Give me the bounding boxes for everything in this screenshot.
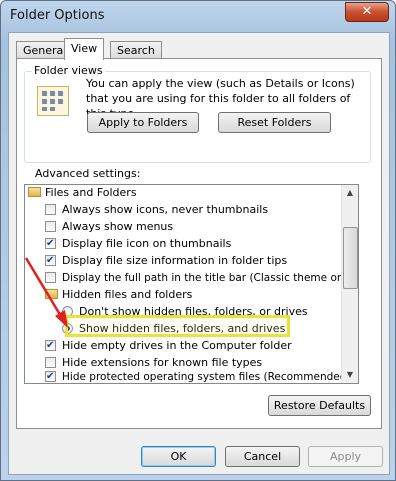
option-label: Always show icons, never thumbnails (62, 203, 269, 216)
folder-options-window: Folder Options ✕ General View Search Fol… (0, 0, 396, 481)
tab-search[interactable]: Search (110, 41, 162, 59)
checkbox[interactable] (45, 253, 56, 269)
scroll-thumb[interactable] (343, 227, 358, 289)
cancel-button[interactable]: Cancel (225, 446, 300, 467)
window-title: Folder Options (10, 8, 105, 23)
checkbox[interactable] (45, 272, 56, 283)
list-item-label: Files and Folders (45, 186, 137, 199)
option-label: Hide empty drives in the Computer folder (62, 339, 292, 352)
advanced-settings-label: Advanced settings: (35, 167, 141, 180)
checkbox[interactable] (45, 221, 56, 232)
checkbox[interactable] (45, 338, 56, 354)
radio-button[interactable] (62, 323, 73, 334)
vertical-scrollbar[interactable]: ▲ ▼ (341, 185, 358, 383)
option-label: Don't show hidden files, folders, or dri… (79, 305, 308, 318)
checkbox[interactable] (45, 357, 56, 368)
option-label: Always show menus (62, 220, 174, 233)
checkbox[interactable] (45, 236, 56, 252)
option-label: Show hidden files, folders, and drives (79, 322, 286, 335)
folder-icon (28, 187, 41, 197)
ok-button[interactable]: OK (141, 446, 216, 467)
checkbox[interactable] (45, 369, 56, 383)
folder-icon (45, 289, 58, 299)
option-label: Display file icon on thumbnails (62, 237, 232, 250)
list-item-label: Hidden files and folders (62, 288, 193, 301)
tab-view[interactable]: View (64, 38, 105, 60)
apply-button[interactable]: Apply (308, 446, 383, 467)
option-label: Display file size information in folder … (62, 254, 288, 267)
title-bar[interactable]: Folder Options ✕ (1, 1, 395, 31)
scroll-down-arrow-icon[interactable]: ▼ (342, 367, 358, 383)
dialog-client-area: General View Search Folder views You can… (8, 32, 390, 475)
apply-to-folders-button[interactable]: Apply to Folders (87, 112, 199, 133)
checkbox[interactable] (45, 204, 56, 215)
folder-views-group: Folder views You can apply the view (suc… (24, 64, 371, 163)
close-button[interactable]: ✕ (345, 2, 389, 22)
option-label: Display the full path in the title bar (… (62, 272, 357, 284)
restore-defaults-button[interactable]: Restore Defaults (268, 395, 371, 416)
advanced-settings-list[interactable]: Files and Folders Always show icons, nev… (24, 184, 359, 384)
option-label: Hide protected operating system files (R… (62, 371, 351, 383)
scroll-up-arrow-icon[interactable]: ▲ (342, 185, 358, 201)
radio-button[interactable] (62, 306, 73, 317)
reset-folders-button[interactable]: Reset Folders (218, 112, 331, 133)
view-tab-panel: Folder views You can apply the view (suc… (16, 58, 382, 429)
folder-views-icon (37, 86, 69, 116)
